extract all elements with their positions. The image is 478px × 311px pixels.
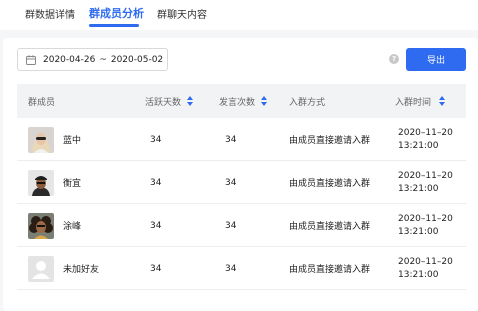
member-cell: 涂峰	[28, 204, 81, 247]
join-time-cell: 2020–11–20 13:21:00	[398, 213, 453, 237]
messages-cell: 34	[225, 263, 237, 274]
join-method-cell: 由成员直接邀请入群	[289, 136, 371, 146]
column-header-member: 群成员	[28, 97, 56, 108]
member-name: 衡宜	[63, 179, 82, 189]
member-name: 未加好友	[63, 265, 100, 275]
column-header-active-days[interactable]: 活跃天数	[145, 84, 194, 118]
member-cell: 衡宜	[28, 161, 81, 204]
tab-chat-content[interactable]: 群聊天内容	[157, 6, 207, 21]
join-time-cell: 2020–11–20 13:21:00	[398, 170, 453, 194]
member-table: 群成员 活跃天数 发言次数 入群方式 入群时间 蓝中 34 34 由成员直接邀请…	[17, 84, 466, 290]
member-cell: 蓝中	[28, 118, 81, 161]
active-days-cell: 34	[150, 263, 162, 274]
column-header-join-time[interactable]: 入群时间	[395, 84, 446, 118]
sort-icon[interactable]	[439, 96, 446, 106]
table-row: 衡宜 34 34 由成员直接邀请入群 2020–11–20 13:21:00	[17, 161, 466, 204]
sort-icon[interactable]	[187, 96, 194, 106]
messages-cell: 34	[225, 220, 237, 231]
tab-member-analysis[interactable]: 群成员分析	[89, 5, 144, 21]
content-card: 2020-04-26 ~ 2020-05-02 ? 导出 群成员 活跃天数 发言…	[3, 38, 478, 311]
messages-cell: 34	[225, 177, 237, 188]
messages-cell: 34	[225, 134, 237, 145]
date-range-picker[interactable]: 2020-04-26 ~ 2020-05-02	[17, 48, 168, 71]
page: 群数据详情 群成员分析 群聊天内容 2020-04-26 ~ 2020-05-0…	[0, 0, 478, 311]
member-name: 蓝中	[63, 136, 82, 146]
active-tab-indicator	[89, 24, 139, 27]
avatar	[28, 169, 54, 196]
tab-group-data-detail[interactable]: 群数据详情	[25, 6, 75, 21]
export-button[interactable]: 导出	[406, 48, 466, 71]
member-cell: 未加好友	[28, 247, 99, 290]
join-time-cell: 2020–11–20 13:21:00	[398, 256, 453, 280]
join-method-cell: 由成员直接邀请入群	[289, 265, 371, 275]
sort-icon[interactable]	[261, 96, 268, 106]
member-name: 涂峰	[63, 222, 82, 232]
tab-bar: 群数据详情 群成员分析 群聊天内容	[0, 0, 478, 30]
date-separator: ~	[99, 54, 107, 65]
calendar-icon	[26, 54, 36, 65]
date-start: 2020-04-26	[43, 54, 96, 65]
table-row: 未加好友 34 34 由成员直接邀请入群 2020–11–20 13:21:00	[17, 247, 466, 290]
question-icon[interactable]: ?	[389, 54, 399, 64]
avatar	[28, 255, 54, 282]
active-days-cell: 34	[150, 177, 162, 188]
table-header: 群成员 活跃天数 发言次数 入群方式 入群时间	[17, 84, 466, 118]
join-method-cell: 由成员直接邀请入群	[289, 222, 371, 232]
date-end: 2020-05-02	[110, 54, 164, 65]
avatar	[28, 212, 54, 239]
table-row: 涂峰 34 34 由成员直接邀请入群 2020–11–20 13:21:00	[17, 204, 466, 247]
join-method-cell: 由成员直接邀请入群	[289, 179, 371, 189]
column-header-messages[interactable]: 发言次数	[219, 84, 268, 118]
active-days-cell: 34	[150, 134, 162, 145]
join-time-cell: 2020–11–20 13:21:00	[398, 127, 453, 151]
avatar	[28, 126, 54, 153]
column-header-join-method: 入群方式	[289, 97, 326, 108]
active-days-cell: 34	[150, 220, 162, 231]
table-row: 蓝中 34 34 由成员直接邀请入群 2020–11–20 13:21:00	[17, 118, 466, 161]
